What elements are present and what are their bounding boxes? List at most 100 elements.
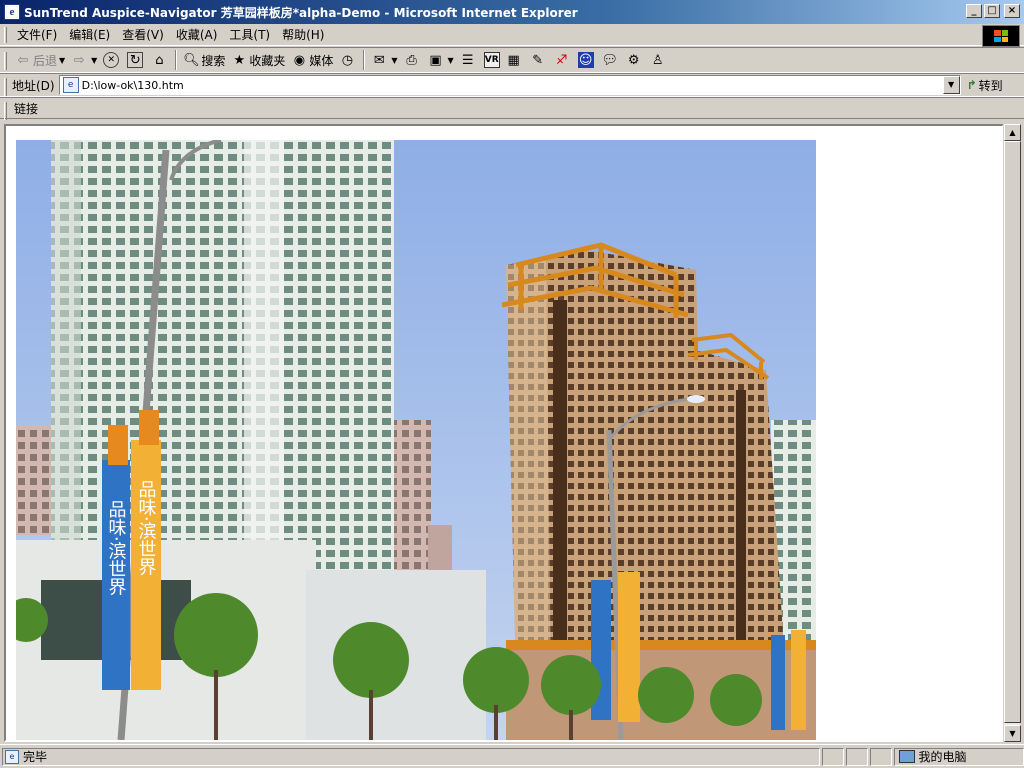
settings-icon: ⚙ — [627, 52, 640, 68]
search-icon: 🔍︎ — [183, 52, 200, 68]
discuss-icon: ☰ — [461, 52, 474, 68]
street-lamp-right-head — [687, 395, 705, 403]
distant-tower-left — [16, 425, 54, 535]
menu-favorites[interactable]: 收藏(A) — [171, 24, 223, 45]
menu-edit[interactable]: 编辑(E) — [64, 24, 115, 45]
status-panel — [869, 747, 892, 766]
vr-icon[interactable]: VR — [483, 52, 500, 68]
back-button[interactable]: ⇦ 后退 ▼ — [12, 49, 68, 71]
refresh-button[interactable]: ↻ — [124, 49, 148, 71]
status-panel — [822, 747, 844, 766]
toolbar-separator — [175, 50, 178, 70]
page-icon: e — [62, 77, 79, 93]
grid-button[interactable]: ▦ — [503, 49, 527, 71]
scroll-thumb[interactable] — [1004, 141, 1021, 723]
menubar-grip[interactable] — [4, 27, 7, 43]
media-button[interactable]: ◉ 媒体 — [288, 49, 336, 71]
menu-tools[interactable]: 工具(T) — [224, 24, 275, 45]
tower-right-white-face — [244, 140, 284, 610]
forward-dropdown-icon[interactable]: ▼ — [91, 56, 97, 65]
mail-dropdown-icon[interactable]: ▼ — [391, 56, 397, 65]
go-button[interactable]: ↱ 转到 — [967, 77, 1003, 94]
favorites-label: 收藏夹 — [249, 53, 286, 68]
podium-orange-band — [506, 640, 816, 650]
minimize-button[interactable]: _ — [966, 4, 982, 18]
media-icon: ◉ — [293, 52, 306, 68]
status-text-panel: e 完毕 — [2, 747, 821, 766]
settings-button[interactable]: ⚙ — [623, 49, 647, 71]
address-input[interactable]: e D:\low-ok\130.htm ▼ — [58, 75, 961, 95]
home-button[interactable]: ⌂ — [148, 49, 172, 71]
maximize-button[interactable]: □ — [984, 4, 1000, 18]
qq-icon: ☺ — [577, 52, 594, 68]
vertical-scrollbar[interactable]: ▲ ▼ — [1003, 124, 1021, 742]
search-button[interactable]: 🔍︎ 搜索 — [180, 49, 228, 71]
tool-button[interactable]: ✎ — [527, 49, 551, 71]
discuss-button[interactable]: ☰ — [457, 49, 481, 71]
window-title: SunTrend Auspice-Navigator 芳草园样板房*alpha-… — [24, 5, 578, 20]
menu-help[interactable]: 帮助(H) — [277, 24, 329, 45]
menu-file[interactable]: 文件(F) — [12, 24, 62, 45]
menu-bar: 文件(F) 编辑(E) 查看(V) 收藏(A) 工具(T) 帮助(H) — [0, 24, 1024, 46]
print-icon: ⎙ — [406, 52, 417, 68]
toolbar-separator — [363, 50, 366, 70]
status-text: 完毕 — [23, 750, 48, 764]
brown-tower-stripe-1 — [553, 300, 567, 680]
address-bar: 地址(D) e D:\low-ok\130.htm ▼ ↱ 转到 — [0, 73, 1024, 97]
messenger-button[interactable]: ♙ — [647, 49, 671, 71]
history-button[interactable]: ◷ — [336, 49, 360, 71]
pencil-button[interactable]: ♐ — [551, 49, 575, 71]
status-panel — [845, 747, 868, 766]
linksbar-grip[interactable] — [4, 102, 7, 120]
window-controls: _ □ × — [966, 4, 1020, 18]
scroll-down-button[interactable]: ▼ — [1004, 725, 1021, 742]
edit-dropdown-icon[interactable]: ▼ — [448, 56, 454, 65]
close-button[interactable]: × — [1004, 4, 1020, 18]
mail-icon: ✉ — [373, 52, 385, 68]
address-label: 地址(D) — [12, 78, 55, 93]
refresh-icon: ↻ — [127, 52, 144, 68]
ie-icon: e — [4, 4, 20, 20]
forward-button[interactable]: ⇨ ▼ — [68, 49, 100, 71]
qq-button[interactable]: ☺ — [575, 49, 599, 71]
address-dropdown-button[interactable]: ▼ — [942, 76, 960, 94]
architectural-rendering-image: 品味·滨世界 品味·滨世界 — [16, 140, 816, 740]
toolbar-grip[interactable] — [4, 52, 7, 70]
page-content: 品味·滨世界 品味·滨世界 — [4, 124, 1004, 742]
favorites-icon: ★ — [233, 52, 246, 68]
banner-text-left: 品味·滨世界 — [106, 500, 127, 596]
forward-arrow-icon: ⇨ — [73, 52, 85, 68]
zone-label: 我的电脑 — [918, 750, 967, 764]
edit-button[interactable]: ▣ ▼ — [425, 49, 457, 71]
addressbar-grip[interactable] — [4, 78, 7, 96]
back-label: 后退 — [33, 53, 58, 68]
messenger-icon: ♙ — [651, 52, 664, 68]
stop-button[interactable]: ✕ — [100, 49, 124, 71]
media-label: 媒体 — [309, 53, 334, 68]
print-button[interactable]: ⎙ — [401, 49, 425, 71]
links-bar: 链接 — [0, 97, 1024, 120]
back-dropdown-icon[interactable]: ▼ — [59, 56, 65, 65]
banner-text-orange: 品味·滨世界 — [136, 480, 157, 576]
menu-view[interactable]: 查看(V) — [117, 24, 169, 45]
scroll-up-button[interactable]: ▲ — [1004, 124, 1021, 141]
standard-toolbar: ⇦ 后退 ▼ ⇨ ▼ ✕ ↻ ⌂ 🔍︎ 搜索 ★ 收藏夹 ◉ 媒体 ◷ ✉ ▼ ⎙… — [0, 47, 1024, 73]
search-label: 搜索 — [201, 53, 226, 68]
page-done-icon: e — [5, 749, 19, 764]
favorites-button[interactable]: ★ 收藏夹 — [228, 49, 288, 71]
security-zone-panel: 我的电脑 — [893, 747, 1024, 766]
mail-button[interactable]: ✉ ▼ — [368, 49, 400, 71]
address-value[interactable]: D:\low-ok\130.htm — [82, 79, 184, 92]
status-bar: e 完毕 我的电脑 — [0, 744, 1024, 768]
window-titlebar: e SunTrend Auspice-Navigator 芳草园样板房*alph… — [0, 0, 1024, 24]
go-label: 转到 — [978, 78, 1003, 93]
my-computer-icon — [898, 750, 915, 763]
links-label[interactable]: 链接 — [14, 100, 38, 117]
tower-left-shade — [51, 140, 81, 600]
brown-tower-stripe-3 — [736, 390, 746, 680]
tool-icon: ✎ — [532, 52, 544, 68]
chat-button[interactable]: 💬︎ — [599, 49, 623, 71]
chat-icon: 💬︎ — [601, 52, 618, 68]
history-icon: ◷ — [341, 52, 354, 68]
edit-icon: ▣ — [429, 52, 442, 68]
